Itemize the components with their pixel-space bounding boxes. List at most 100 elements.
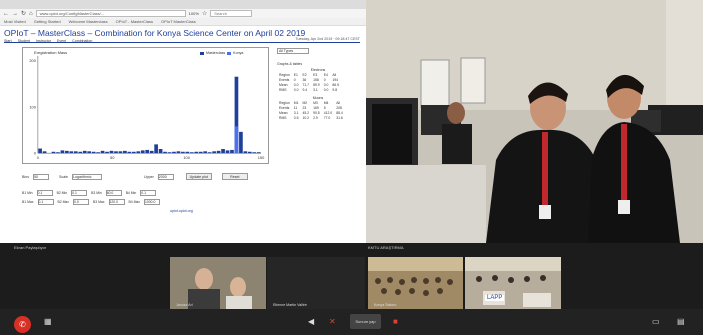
histogram-bar	[256, 152, 261, 154]
legend-swatch	[200, 51, 204, 55]
type-select[interactable]: All Types	[277, 48, 309, 54]
histogram-bar	[158, 149, 163, 154]
range-input[interactable]: 120.0	[108, 198, 125, 205]
range-input[interactable]: 0.1	[37, 198, 54, 205]
bookmark-star-icon[interactable]: ☆	[202, 10, 207, 17]
url-bar[interactable]: www.oplot.org/ConfigMasterClass/...	[35, 10, 186, 17]
reload-icon[interactable]: ↻	[21, 10, 26, 17]
input-label: B3 Min	[91, 190, 102, 195]
participant-name: LAPP	[485, 295, 505, 301]
histogram-bar	[65, 150, 69, 154]
footer-link[interactable]: opiot.opiot.org	[170, 209, 193, 213]
bookmark-item[interactable]: Most Visited	[4, 18, 26, 25]
histogram-bar	[176, 151, 181, 154]
participant-tile[interactable]: Etienne Martin Vallée	[267, 257, 365, 309]
x-tick-label: 100	[183, 155, 190, 160]
search-field[interactable]: Search	[210, 10, 253, 17]
histogram-bar	[123, 150, 127, 154]
speaker-icon[interactable]: ◀	[308, 317, 314, 326]
bookmark-item[interactable]: Getting Started	[34, 18, 61, 25]
histogram-bar	[127, 151, 132, 154]
bookmark-item[interactable]: OPIoT - MasterClass	[116, 18, 153, 25]
bins-label: Bins	[22, 174, 29, 179]
histogram-bar	[136, 151, 141, 154]
bookmark-item[interactable]: Welcome Masterclass	[69, 18, 108, 25]
home-icon[interactable]: ⌂	[29, 11, 33, 17]
mic-muted-icon[interactable]: ✕	[329, 317, 336, 326]
histogram-bar	[172, 151, 176, 154]
forward-icon[interactable]: →	[12, 11, 18, 17]
muons-table: Region M1 M2 M3 M4 All Events 11 23 169 5 208 Mean…	[279, 100, 343, 120]
upper-input[interactable]: 2000	[157, 173, 174, 180]
range-input[interactable]: 0.1	[71, 189, 88, 196]
histogram-bar	[247, 151, 252, 154]
input-label: B1 Max	[22, 199, 34, 204]
histogram-bar	[216, 150, 221, 154]
histogram-bar	[252, 152, 257, 154]
range-input[interactable]: 0.1	[140, 189, 157, 196]
hangup-button[interactable]: ✆	[14, 316, 31, 333]
histogram-bar	[118, 151, 123, 154]
update-plot-button[interactable]: Update plot	[185, 173, 212, 180]
participant-tile[interactable]: Janusz Ari	[170, 257, 266, 309]
grid-layout-icon[interactable]: ▦	[44, 317, 52, 326]
input-label: B4 Min	[125, 190, 137, 195]
electrons-table: Region E1 E2 E3 E4 All Events 0 36 158 0 194 Mean 0…	[279, 72, 340, 92]
browser-navbar: ← → ↻ ⌂ www.oplot.org/ConfigMasterClass/…	[0, 9, 366, 18]
histogram-bar	[38, 148, 42, 154]
range-input[interactable]: 60.0	[105, 189, 122, 196]
histogram-bar	[239, 131, 243, 154]
share-label: Ekran Paylaşılıyor	[14, 245, 47, 250]
input-label: B4 Max	[128, 199, 141, 204]
participant-name: Etienne Martin Vallée	[273, 303, 307, 307]
histogram-bar	[163, 151, 167, 154]
present-button[interactable]: Sunum yap	[350, 314, 381, 329]
histogram-bar	[51, 151, 56, 154]
histogram-bar	[78, 151, 83, 154]
bookmark-item[interactable]: OPIoT MasterClass	[161, 18, 196, 25]
histogram-bar	[212, 151, 216, 154]
histogram-bar	[230, 149, 234, 154]
shared-screen: ← → ↻ ⌂ www.oplot.org/ConfigMasterClass/…	[0, 0, 366, 243]
screen: ← → ↻ ⌂ www.oplot.org/ConfigMasterClass/…	[0, 0, 703, 335]
participant-tile[interactable]: LAPP	[465, 257, 561, 309]
captions-icon[interactable]: ▭	[652, 317, 660, 326]
bin-range-inputs: B1 Min 0.1 B2 Min 0.1 B3 Min 60.0 B4 Min 0.1…	[22, 188, 160, 206]
range-input[interactable]: 1000.0	[144, 198, 160, 205]
upper-label: Upper	[144, 174, 154, 179]
legend-label: Masterclass	[206, 51, 226, 55]
legend-label: Konya	[233, 51, 244, 55]
back-icon[interactable]: ←	[3, 11, 9, 17]
histogram-bar	[194, 151, 199, 154]
input-label: B1 Min	[22, 190, 33, 195]
histogram-bar	[114, 151, 118, 154]
plot-controls: Bins 50 Scale Logarithmic Upper 2000 Upd…	[22, 172, 248, 181]
phone-icon: ✆	[19, 320, 26, 329]
histogram-bar	[105, 151, 109, 154]
participant-tile[interactable]: Konya Salonu	[368, 257, 463, 309]
x-tick-label: 50	[110, 155, 115, 160]
camera-off-icon[interactable]: ■	[393, 317, 398, 326]
histogram-bar	[56, 152, 60, 154]
histogram-bar	[109, 150, 114, 154]
main-video	[366, 0, 703, 243]
input-label: B2 Min	[56, 190, 68, 195]
chart-legend: Masterclass Konya	[200, 51, 243, 55]
histogram-bar	[185, 151, 190, 154]
input-label: B2 Max	[57, 199, 70, 204]
histogram-bar	[91, 151, 96, 154]
zoom-level: 100%	[188, 11, 199, 16]
histogram-bar	[203, 151, 208, 154]
input-label: B3 Max	[93, 199, 105, 204]
histogram-bar	[96, 152, 100, 154]
scale-select[interactable]: Logarithmic	[72, 173, 102, 180]
histogram-bar	[154, 144, 158, 154]
histogram-bar	[243, 151, 248, 154]
participant-name: Janusz Ari	[176, 303, 193, 307]
range-input[interactable]: 0.1	[36, 189, 53, 196]
bins-select[interactable]: 50	[33, 173, 49, 180]
range-input[interactable]: 0.0	[73, 198, 89, 205]
y-tick-label: 200	[29, 58, 36, 63]
reset-button[interactable]: Reset	[221, 173, 248, 180]
chat-icon[interactable]: ▤	[677, 317, 685, 326]
